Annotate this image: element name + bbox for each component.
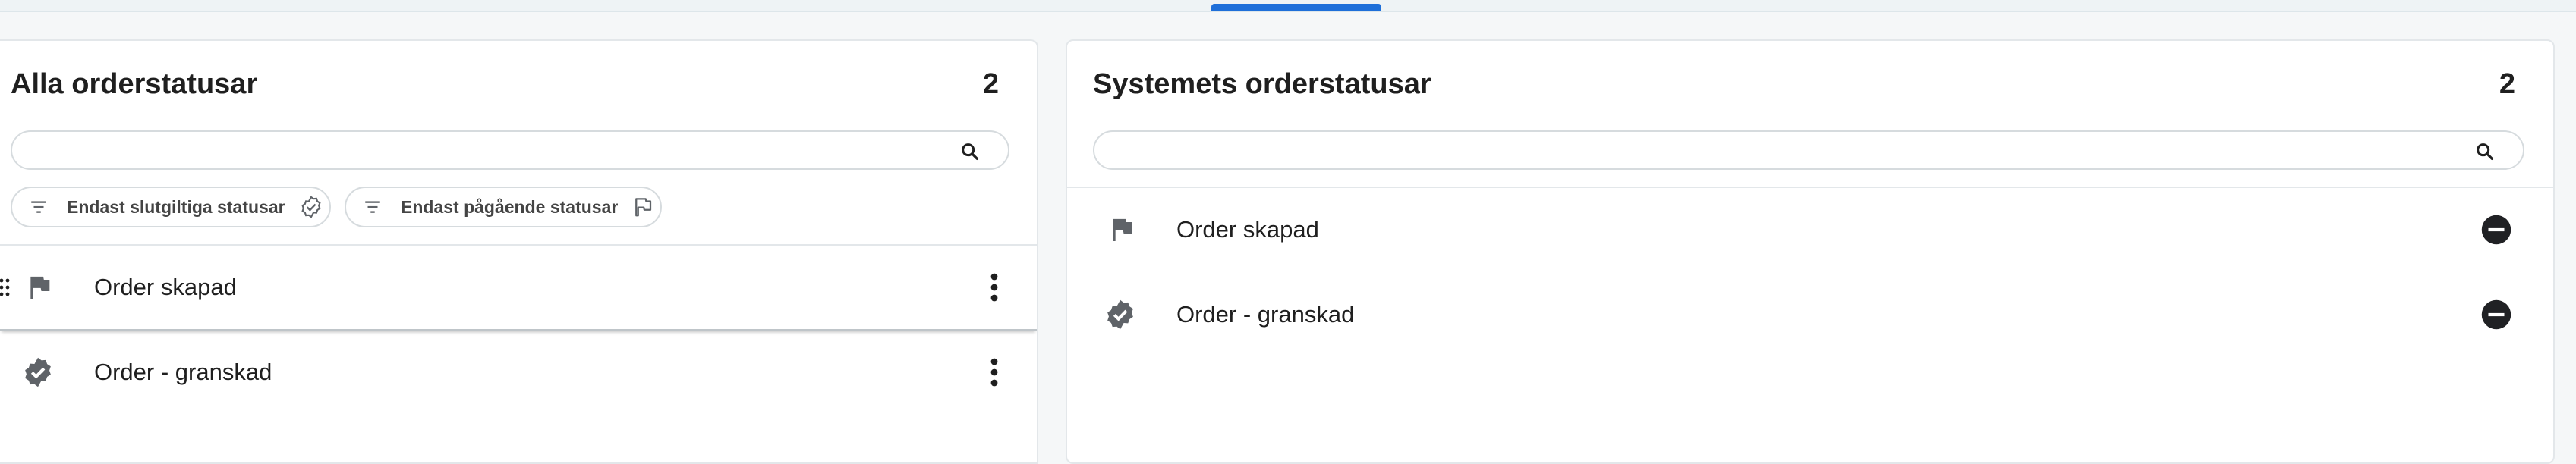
active-tab-indicator — [1211, 4, 1381, 11]
status-count: 2 — [982, 68, 999, 100]
list-item-label: Order skapad — [94, 274, 237, 300]
filter-chip-final-statuses[interactable]: Endast slutgiltiga statusar — [11, 187, 331, 227]
search-icon[interactable] — [2474, 141, 2496, 162]
list-item-label: Order skapad — [1176, 216, 1319, 243]
panel-title: Systemets orderstatusar — [1093, 68, 1431, 100]
filter-chip-label: Endast slutgiltiga statusar — [67, 196, 285, 217]
more-vert-icon[interactable] — [990, 357, 999, 387]
search-input[interactable] — [27, 136, 972, 165]
filter-icon — [365, 201, 380, 213]
filter-icon — [31, 201, 46, 213]
flag-outline-icon — [635, 198, 652, 217]
remove-circle-icon[interactable] — [2480, 214, 2512, 246]
search-icon[interactable] — [959, 141, 981, 162]
system-order-statuses-panel: Systemets orderstatusar 2 Order skapad O… — [1066, 39, 2555, 464]
list-item-label: Order - granskad — [1176, 301, 1355, 328]
status-count: 2 — [2499, 68, 2515, 100]
list-item-label: Order - granskad — [94, 359, 272, 385]
check-badge-icon — [301, 196, 321, 218]
all-order-statuses-panel: Alla orderstatusar 2 Endast slutgiltiga … — [0, 39, 1038, 464]
search-input[interactable] — [1110, 136, 2479, 165]
list-item[interactable]: Order - granskad — [0, 331, 1037, 414]
drag-handle-icon[interactable] — [0, 276, 11, 299]
verified-badge-icon — [25, 357, 51, 387]
search-field[interactable] — [1093, 130, 2524, 170]
more-vert-icon[interactable] — [990, 272, 999, 303]
panel-title: Alla orderstatusar — [11, 68, 258, 100]
list-item[interactable]: Order skapad — [0, 246, 1037, 331]
list-item: Order - granskad — [1067, 273, 2553, 356]
flag-icon — [1113, 218, 1132, 241]
flag-icon — [30, 276, 50, 299]
filter-chip-label: Endast pågående statusar — [401, 196, 619, 217]
remove-circle-icon[interactable] — [2480, 299, 2512, 331]
list-item: Order skapad — [1067, 188, 2553, 271]
verified-badge-icon — [1107, 299, 1133, 330]
search-field[interactable] — [11, 130, 1009, 170]
filter-chip-ongoing-statuses[interactable]: Endast pågående statusar — [345, 187, 662, 227]
